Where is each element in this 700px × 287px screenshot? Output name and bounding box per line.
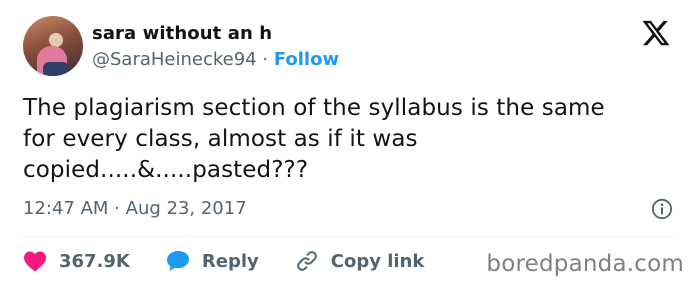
follow-button[interactable]: Follow [274, 49, 339, 70]
link-icon [296, 251, 317, 271]
action-bar: 367.9K Reply Copy link [23, 248, 460, 274]
tweet-date: Aug 23, 2017 [125, 198, 247, 219]
speech-bubble-icon [166, 251, 189, 271]
like-button[interactable]: 367.9K [23, 250, 130, 272]
date-separator: · [108, 198, 126, 219]
copy-link-button[interactable]: Copy link [295, 249, 425, 273]
handle-row: @SaraHeinecke94 · Follow [92, 49, 339, 70]
author-name[interactable]: sara without an h [92, 23, 272, 44]
author-handle[interactable]: @SaraHeinecke94 [92, 49, 257, 70]
watermark: boredpanda.com [486, 251, 684, 277]
reply-button[interactable]: Reply [166, 250, 259, 272]
tweet-time: 12:47 AM [23, 198, 109, 219]
reply-label: Reply [201, 250, 259, 272]
heart-icon [24, 251, 46, 272]
tweet-timestamp[interactable]: 12:47 AM · Aug 23, 2017 [23, 198, 247, 219]
x-logo-icon[interactable] [641, 18, 671, 48]
handle-separator: · [256, 49, 274, 70]
like-count: 367.9K [59, 250, 130, 272]
divider [23, 236, 677, 237]
avatar[interactable] [23, 16, 83, 76]
info-icon[interactable] [651, 198, 673, 220]
copy-link-label: Copy link [330, 250, 425, 272]
tweet-text: The plagiarism section of the syllabus i… [23, 95, 605, 183]
avatar-figure-legs [43, 62, 69, 76]
